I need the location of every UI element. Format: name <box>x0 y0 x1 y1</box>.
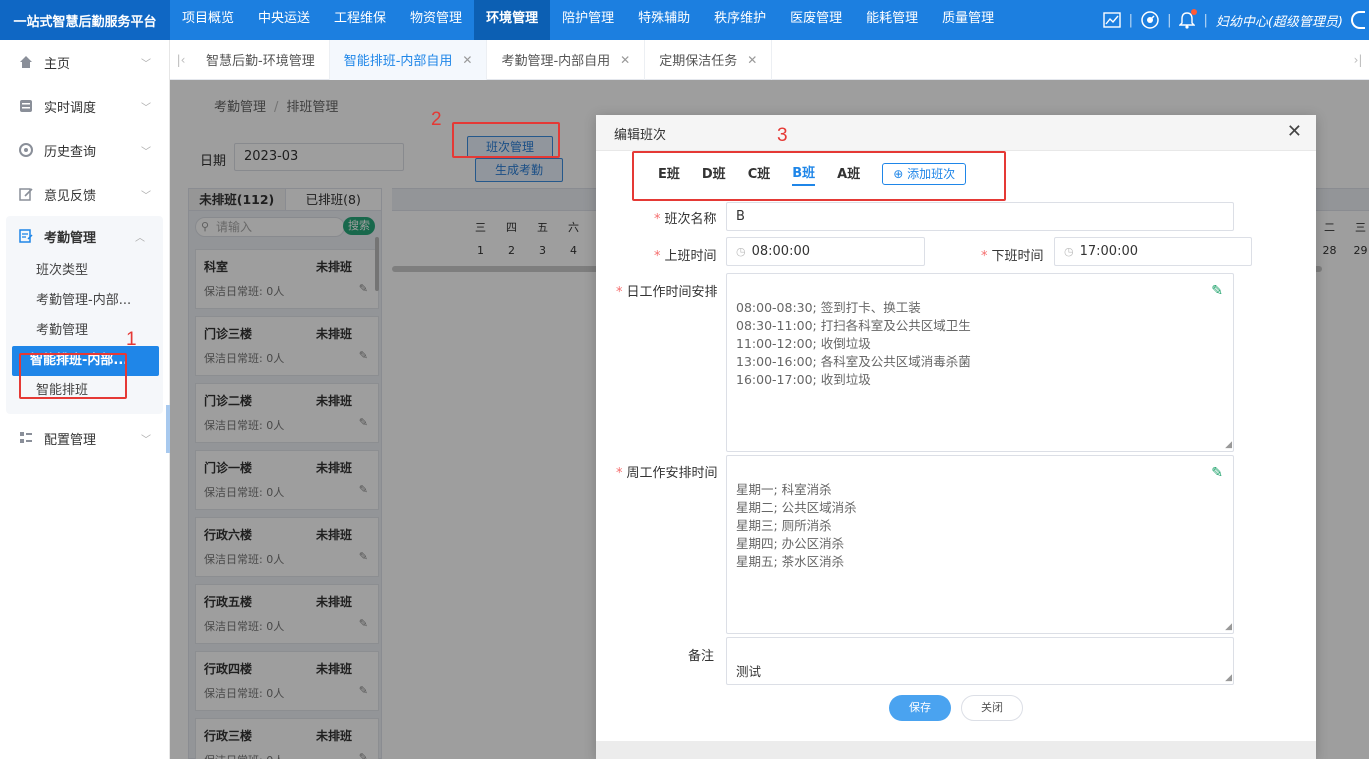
current-user[interactable]: 妇幼中心(超级管理员) <box>1216 11 1343 30</box>
sidebar-item-attendance[interactable]: 考勤管理 ︿ <box>6 216 163 256</box>
sidebar-item[interactable]: 历史查询 ﹀ <box>0 128 169 172</box>
start-time-input[interactable]: ◷ 08:00:00 <box>726 237 925 266</box>
sidebar: 主页 ﹀ 实时调度 ﹀ 历史查询 ﹀ 意见反馈 ﹀ 考勤管理 ︿ 班次类型 考勤管理-内部...… <box>0 40 170 759</box>
history-icon <box>18 142 34 158</box>
chart-icon[interactable] <box>1102 12 1121 28</box>
shift-name-label: * 班次名称 <box>654 212 717 227</box>
notification-dot <box>1191 9 1198 15</box>
close-button[interactable]: 关闭 <box>961 695 1023 721</box>
top-navbar: 一站式智慧后勤服务平台 项目概览 中央运送 工程维保 物资管理 环境管理 陪护管理 特殊辅助… <box>0 0 1369 40</box>
daily-schedule-label: * 日工作时间安排 <box>616 285 718 300</box>
chevron-up-icon: ︿ <box>135 232 145 244</box>
sidebar-subitem[interactable]: 班次类型 <box>6 256 163 286</box>
topnav-item[interactable]: 环境管理 <box>474 0 551 40</box>
sidebar-item-label: 配置管理 <box>44 432 97 448</box>
sidebar-item-label: 历史查询 <box>44 144 97 160</box>
sidebar-subitem[interactable]: 考勤管理-内部... <box>6 286 163 316</box>
dialog-footer <box>596 741 1316 759</box>
daily-schedule-text: 08:00-08:30; 签到打卡、换工装 08:30-11:00; 打扫各科室… <box>736 300 971 387</box>
chevron-down-icon: ﹀ <box>141 58 151 70</box>
close-icon[interactable]: ✕ <box>747 53 757 67</box>
remark-textarea[interactable]: 测试 ◢ <box>726 637 1234 685</box>
tabs-scroll-left-icon[interactable]: |‹ <box>170 53 192 67</box>
top-right-tools: | | | 妇幼中心(超级管理员) <box>1102 0 1369 40</box>
resize-handle-icon[interactable]: ◢ <box>1225 674 1232 683</box>
edit-icon[interactable]: ✎ <box>1211 464 1223 482</box>
annotation-box-1 <box>19 353 127 399</box>
avatar[interactable] <box>1351 11 1365 29</box>
sidebar-subitem[interactable]: 考勤管理 <box>6 316 163 346</box>
tab-label: 考勤管理-内部自用 <box>501 54 611 69</box>
topnav-item[interactable]: 中央运送 <box>246 0 322 40</box>
annotation-box-2 <box>452 122 560 158</box>
end-time-input[interactable]: ◷ 17:00:00 <box>1054 237 1252 266</box>
tab-item[interactable]: 考勤管理-内部自用 ✕ <box>487 39 646 80</box>
dialog-title: 编辑班次 <box>614 128 667 143</box>
close-icon[interactable]: ✕ <box>1287 123 1302 141</box>
sidebar-item[interactable]: 意见反馈 ﹀ <box>0 172 169 216</box>
shift-name-input[interactable]: B <box>726 202 1234 231</box>
chevron-down-icon: ﹀ <box>141 102 151 114</box>
sidebar-item[interactable]: 主页 ﹀ <box>0 40 169 84</box>
tabs-scroll-right-icon[interactable]: ›| <box>1347 53 1369 67</box>
bell-icon[interactable] <box>1179 9 1198 29</box>
sidebar-item-label: 主页 <box>44 56 71 72</box>
dashboard-icon[interactable] <box>1141 11 1159 29</box>
sidebar-item-label: 考勤管理 <box>44 230 97 246</box>
tab-item[interactable]: 智能排班-内部自用 ✕ <box>329 39 488 80</box>
sidebar-item-label: 实时调度 <box>44 100 97 116</box>
edit-icon[interactable]: ✎ <box>1211 282 1223 300</box>
topnav-item[interactable]: 物资管理 <box>398 0 474 40</box>
end-time-label: * 下班时间 <box>981 249 1044 264</box>
daily-schedule-textarea[interactable]: 08:00-08:30; 签到打卡、换工装 08:30-11:00; 打扫各科室… <box>726 273 1234 452</box>
resize-handle-icon[interactable]: ◢ <box>1225 441 1232 450</box>
topnav-item[interactable]: 项目概览 <box>170 0 246 40</box>
topnav-item[interactable]: 能耗管理 <box>854 0 930 40</box>
save-button[interactable]: 保存 <box>889 695 951 721</box>
tab-item[interactable]: 定期保洁任务 ✕ <box>645 39 773 80</box>
top-nav: 项目概览 中央运送 工程维保 物资管理 环境管理 陪护管理 特殊辅助 秩序维护 医废管理 能耗管理… <box>170 0 1006 40</box>
tab-item[interactable]: 智慧后勤-环境管理 <box>192 39 330 80</box>
remark-label: 备注 <box>688 649 715 664</box>
chevron-down-icon: ﹀ <box>141 434 151 446</box>
start-time-label: * 上班时间 <box>654 249 717 264</box>
annotation-box-3 <box>632 151 1006 201</box>
weekly-schedule-text: 星期一; 科室消杀 星期二; 公共区域消杀 星期三; 厕所消杀 星期四; 办公区… <box>736 482 857 569</box>
annotation-number-3: 3 <box>777 125 788 146</box>
grid-icon <box>18 430 34 446</box>
annotation-number-1: 1 <box>126 329 137 350</box>
topnav-item[interactable]: 秩序维护 <box>702 0 778 40</box>
tab-label: 智慧后勤-环境管理 <box>206 54 315 69</box>
remark-text: 测试 <box>736 664 762 679</box>
topnav-item[interactable]: 特殊辅助 <box>626 0 702 40</box>
chevron-down-icon: ﹀ <box>141 146 151 158</box>
attendance-icon <box>18 228 34 244</box>
topnav-item[interactable]: 工程维保 <box>322 0 398 40</box>
sidebar-item-label: 意见反馈 <box>44 188 97 204</box>
tabs-bar: |‹ 智慧后勤-环境管理 智能排班-内部自用 ✕ 考勤管理-内部自用 ✕ 定期保洁任务 ✕ … <box>170 39 1369 80</box>
chevron-down-icon: ﹀ <box>141 190 151 202</box>
dialog-header: 编辑班次 ✕ <box>596 115 1316 151</box>
sidebar-item-config[interactable]: 配置管理 ﹀ <box>0 416 169 460</box>
edit-shift-dialog: 编辑班次 ✕ E班 D班 C班 B班 A班 ⊕ 添加班次 * 班次名称 B * 上班时间 ◷… <box>596 115 1316 759</box>
feedback-icon <box>18 186 34 202</box>
topnav-item[interactable]: 陪护管理 <box>550 0 626 40</box>
resize-handle-icon[interactable]: ◢ <box>1225 623 1232 632</box>
sidebar-item[interactable]: 实时调度 ﹀ <box>0 84 169 128</box>
dispatch-icon <box>18 98 34 114</box>
brand-title: 一站式智慧后勤服务平台 <box>0 0 170 40</box>
weekly-schedule-textarea[interactable]: 星期一; 科室消杀 星期二; 公共区域消杀 星期三; 厕所消杀 星期四; 办公区… <box>726 455 1234 634</box>
topnav-item[interactable]: 质量管理 <box>930 0 1006 40</box>
annotation-number-2: 2 <box>431 109 442 130</box>
clock-icon: ◷ <box>1064 245 1074 258</box>
tab-label: 智能排班-内部自用 <box>343 54 453 69</box>
close-icon[interactable]: ✕ <box>620 53 630 67</box>
topnav-item[interactable]: 医废管理 <box>778 0 854 40</box>
clock-icon: ◷ <box>736 245 746 258</box>
close-icon[interactable]: ✕ <box>462 53 472 67</box>
home-icon <box>18 54 34 70</box>
tab-label: 定期保洁任务 <box>659 54 738 69</box>
weekly-schedule-label: * 周工作安排时间 <box>616 466 718 481</box>
